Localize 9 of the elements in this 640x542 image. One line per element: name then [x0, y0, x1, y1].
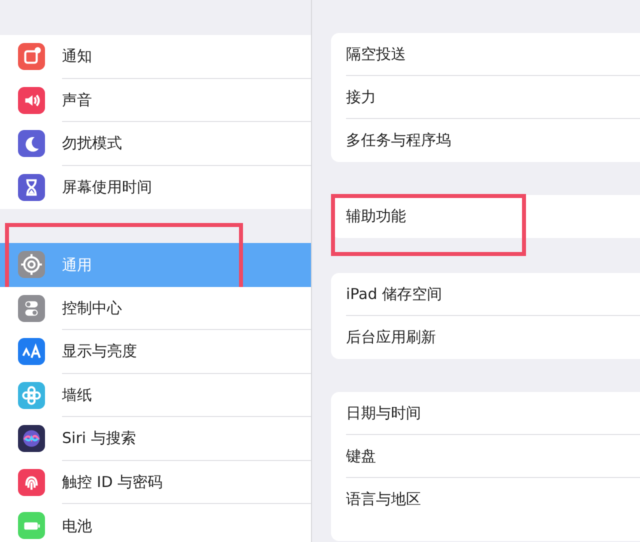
- settings-row[interactable]: 多任务与程序坞: [346, 119, 640, 162]
- settings-row[interactable]: 键盘: [346, 435, 640, 478]
- settings-menu-item[interactable]: 控制中心: [0, 286, 311, 330]
- settings-row[interactable]: 日期与时间: [346, 392, 640, 435]
- settings-row[interactable]: iPad 储存空间: [346, 273, 640, 316]
- settings-row[interactable]: 后台应用刷新: [346, 316, 640, 359]
- settings-row[interactable]: 隔空投送: [346, 33, 640, 76]
- settings-row[interactable]: 语言与地区: [346, 478, 640, 521]
- settings-row[interactable]: 接力: [346, 76, 640, 119]
